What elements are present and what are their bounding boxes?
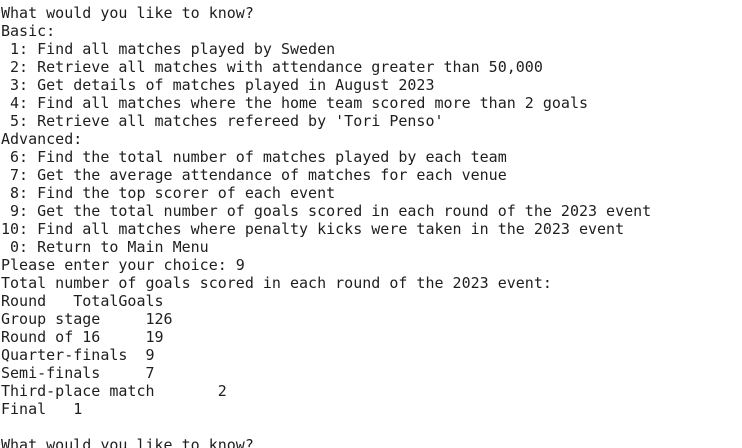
table-row: Semi-finals 7 — [1, 364, 155, 382]
next-prompt: What would you like to know? — [1, 436, 254, 448]
menu-option-4: 4: Find all matches where the home team … — [1, 94, 588, 112]
menu-option-6: 6: Find the total number of matches play… — [1, 148, 507, 166]
menu-option-10: 10: Find all matches where penalty kicks… — [1, 220, 625, 238]
menu-option-7: 7: Get the average attendance of matches… — [1, 166, 507, 184]
menu-option-3: 3: Get details of matches played in Augu… — [1, 76, 435, 94]
menu-option-2: 2: Retrieve all matches with attendance … — [1, 58, 543, 76]
table-row: Group stage 126 — [1, 310, 173, 328]
choice-input-line: Please enter your choice: 9 — [1, 256, 245, 274]
table-row: Round of 16 19 — [1, 328, 164, 346]
result-title: Total number of goals scored in each rou… — [1, 274, 552, 292]
menu-option-8: 8: Find the top scorer of each event — [1, 184, 336, 202]
menu-option-5: 5: Retrieve all matches refereed by 'Tor… — [1, 112, 444, 130]
basic-header: Basic: — [1, 22, 56, 40]
prompt-title: What would you like to know? — [1, 4, 254, 22]
table-row: Final 1 — [1, 400, 83, 418]
menu-option-9: 9: Get the total number of goals scored … — [1, 202, 652, 220]
advanced-header: Advanced: — [1, 130, 83, 148]
table-header: Round TotalGoals — [1, 292, 164, 310]
table-row: Third-place match 2 — [1, 382, 227, 400]
menu-option-1: 1: Find all matches played by Sweden — [1, 40, 336, 58]
menu-option-0: 0: Return to Main Menu — [1, 238, 209, 256]
table-row: Quarter-finals 9 — [1, 346, 155, 364]
terminal-window[interactable]: What would you like to know? Basic: 1: F… — [0, 0, 742, 448]
